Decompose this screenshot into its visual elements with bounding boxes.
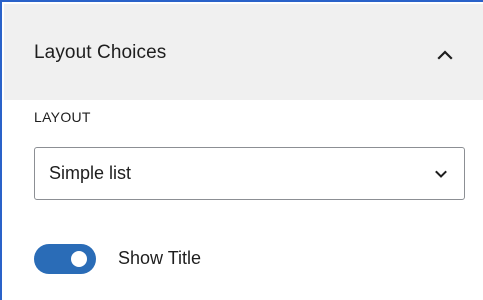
layout-label: LAYOUT xyxy=(34,109,91,125)
layout-select-value: Simple list xyxy=(49,163,132,183)
panel-title: Layout Choices xyxy=(34,42,167,63)
panel-header[interactable]: Layout Choices xyxy=(4,4,483,100)
chevron-up-icon[interactable] xyxy=(432,42,458,68)
layout-select[interactable]: Simple list xyxy=(34,147,465,200)
toggle-knob xyxy=(71,251,87,267)
show-title-toggle[interactable] xyxy=(34,244,96,274)
show-title-label: Show Title xyxy=(118,248,202,268)
layout-choices-panel: Layout Choices LAYOUT Simple list Show T… xyxy=(0,0,483,300)
chevron-down-icon xyxy=(432,165,450,183)
